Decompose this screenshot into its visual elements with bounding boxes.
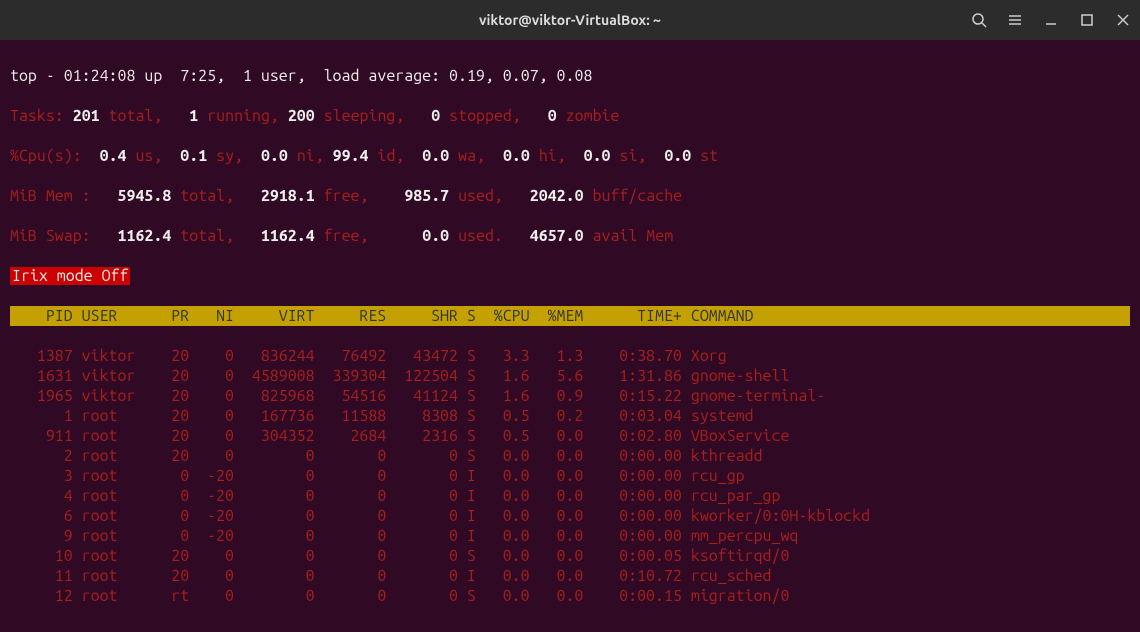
irix-mode-badge: Irix mode Off: [10, 267, 130, 285]
window-titlebar: viktor@viktor-VirtualBox: ~: [0, 0, 1140, 40]
terminal-output[interactable]: top - 01:24:08 up 7:25, 1 user, load ave…: [0, 40, 1140, 632]
process-row: 9root0-20000I0.00.00:00.00mm_percpu_wq: [10, 526, 1130, 546]
close-icon[interactable]: [1114, 11, 1132, 29]
process-row: 10root200000S0.00.00:00.05ksoftirqd/0: [10, 546, 1130, 566]
window-title: viktor@viktor-VirtualBox: ~: [479, 10, 661, 30]
irix-mode-line: Irix mode Off: [10, 266, 1130, 286]
mem-line: MiB Mem : 5945.8 total, 2918.1 free, 985…: [10, 186, 1130, 206]
process-row: 911root20030435226842316S0.50.00:02.80VB…: [10, 426, 1130, 446]
process-header-row: PIDUSERPRNIVIRTRESSHRS%CPU%MEMTIME+COMMA…: [10, 306, 1130, 326]
process-row: 12rootrt0000S0.00.00:00.15migration/0: [10, 586, 1130, 606]
swap-line: MiB Swap: 1162.4 total, 1162.4 free, 0.0…: [10, 226, 1130, 246]
process-list: 1387viktor2008362447649243472S3.31.30:38…: [10, 346, 1130, 606]
process-row: 1root200167736115888308S0.50.20:03.04sys…: [10, 406, 1130, 426]
process-row: 2root200000S0.00.00:00.00kthreadd: [10, 446, 1130, 466]
menu-icon[interactable]: [1006, 11, 1024, 29]
minimize-icon[interactable]: [1042, 11, 1060, 29]
window-controls: [970, 11, 1132, 29]
process-row: 1965viktor2008259685451641124S1.60.90:15…: [10, 386, 1130, 406]
tasks-line: Tasks: 201 total, 1 running, 200 sleepin…: [10, 106, 1130, 126]
process-row: 6root0-20000I0.00.00:00.00kworker/0:0H-k…: [10, 506, 1130, 526]
search-icon[interactable]: [970, 11, 988, 29]
process-row: 3root0-20000I0.00.00:00.00rcu_gp: [10, 466, 1130, 486]
top-summary-line: top - 01:24:08 up 7:25, 1 user, load ave…: [10, 66, 1130, 86]
cpu-line: %Cpu(s): 0.4 us, 0.1 sy, 0.0 ni, 99.4 id…: [10, 146, 1130, 166]
process-row: 11root200000I0.00.00:10.72rcu_sched: [10, 566, 1130, 586]
maximize-icon[interactable]: [1078, 11, 1096, 29]
process-row: 1631viktor2004589008339304122504S1.65.61…: [10, 366, 1130, 386]
process-row: 1387viktor2008362447649243472S3.31.30:38…: [10, 346, 1130, 366]
process-row: 4root0-20000I0.00.00:00.00rcu_par_gp: [10, 486, 1130, 506]
